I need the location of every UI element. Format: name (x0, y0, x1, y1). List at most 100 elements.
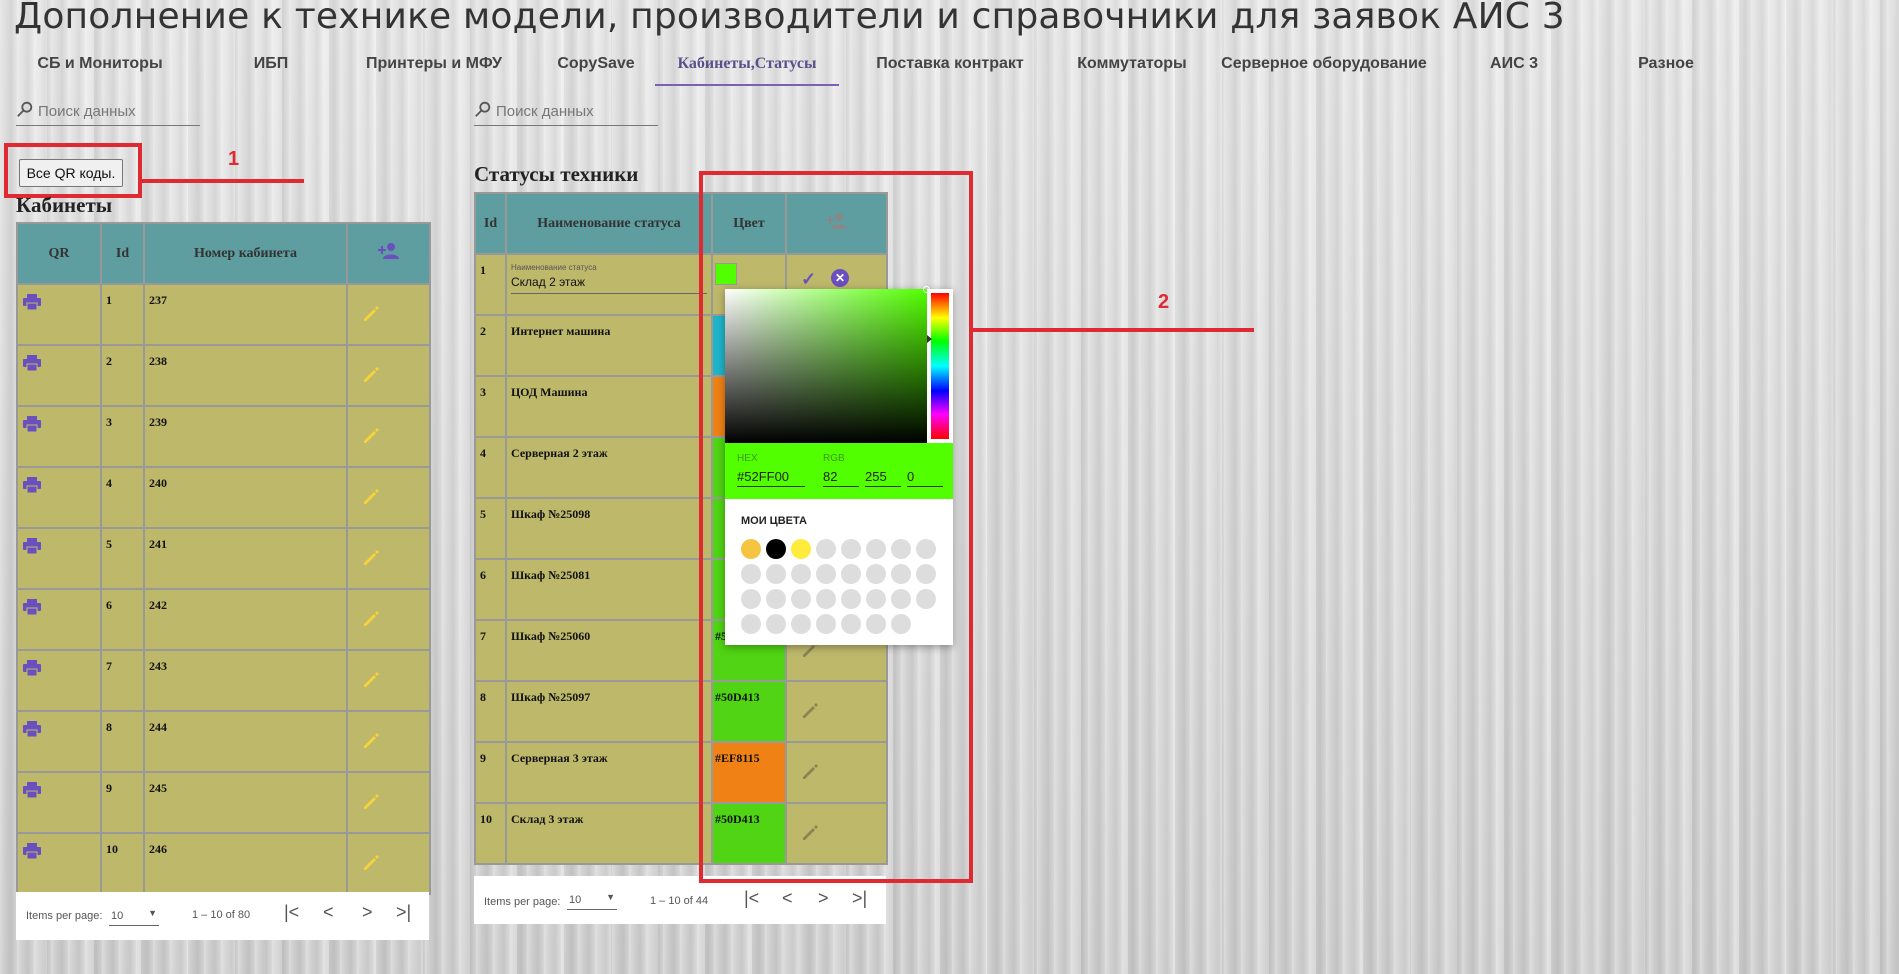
table-cell-id: 10 (474, 802, 507, 865)
edit-button[interactable] (346, 588, 431, 651)
table-cell-id: 3 (100, 405, 145, 468)
statuses-paginator: Items per page: 10 ▼ 1 – 10 of 44 |< < >… (474, 876, 886, 924)
table-cell-id: 2 (474, 314, 507, 377)
previous-page-button[interactable]: < (323, 902, 334, 923)
table-cell-id: 8 (474, 680, 507, 743)
table-cell-id: 9 (100, 771, 145, 834)
tab-contract-supply[interactable]: Поставка контракт (852, 50, 1048, 86)
pencil-icon (364, 367, 379, 382)
print-qr-button[interactable] (16, 649, 102, 712)
tab-sb-monitors[interactable]: СБ и Мониторы (14, 50, 186, 86)
tab-copysave[interactable]: CopySave (534, 50, 658, 86)
first-page-button[interactable]: |< (284, 902, 299, 923)
table-cell-status-name: Интернет машина (505, 314, 713, 377)
annotation-number-2: 2 (1158, 291, 1170, 313)
edit-button[interactable] (346, 344, 431, 407)
edit-button[interactable] (346, 527, 431, 590)
page-size-value: 10 (111, 910, 124, 922)
pencil-icon (364, 489, 379, 504)
edit-button[interactable] (346, 466, 431, 529)
print-qr-button[interactable] (16, 771, 102, 834)
page-size-select[interactable]: 10 ▼ (567, 890, 617, 910)
tab-misc[interactable]: Разное (1604, 50, 1728, 86)
last-page-button[interactable]: >| (396, 902, 411, 923)
tab-switches[interactable]: Коммутаторы (1052, 50, 1212, 86)
edit-button[interactable] (346, 771, 431, 834)
printer-icon (23, 660, 41, 677)
table-cell-status-name: Шкаф №25081 (505, 558, 713, 621)
edit-button[interactable] (346, 283, 431, 346)
pencil-icon (364, 428, 379, 443)
items-per-page-label: Items per page: (26, 910, 103, 922)
edit-button[interactable] (346, 710, 431, 773)
table-cell-id: 5 (474, 497, 507, 560)
table-cell-number: 238 (143, 344, 348, 407)
pencil-icon (364, 550, 379, 565)
table-cell-id: 2 (100, 344, 145, 407)
column-header-cabinet-number: Номер кабинета (143, 222, 348, 285)
next-page-button[interactable]: > (362, 902, 373, 923)
table-cell-status-name: Серверная 3 этаж (505, 741, 713, 804)
table-cell-status-name: Шкаф №25097 (505, 680, 713, 743)
tab-ibp[interactable]: ИБП (226, 50, 316, 86)
previous-page-button[interactable]: < (782, 888, 793, 909)
last-page-button[interactable]: >| (852, 888, 867, 909)
table-cell-id: 9 (474, 741, 507, 804)
print-qr-button[interactable] (16, 344, 102, 407)
print-qr-button[interactable] (16, 283, 102, 346)
table-cell-id: 10 (100, 832, 145, 895)
pencil-icon (364, 672, 379, 687)
column-header-id: Id (100, 222, 145, 285)
printer-icon (23, 355, 41, 372)
table-cell-id: 7 (474, 619, 507, 682)
table-cell-status-name: Шкаф №25098 (505, 497, 713, 560)
add-cabinet-button[interactable] (346, 222, 431, 285)
printer-icon (23, 294, 41, 311)
print-qr-button[interactable] (16, 588, 102, 651)
tab-printers[interactable]: Принтеры и МФУ (344, 50, 524, 86)
field-label: Наименование статуса (511, 263, 597, 272)
status-name-input[interactable]: Склад 2 этаж (511, 272, 707, 294)
page-size-select[interactable]: 10 ▼ (109, 906, 159, 926)
search-input-statuses[interactable]: Поиск данных (474, 98, 658, 126)
statuses-title: Статусы техники (474, 162, 639, 186)
table-cell-number: 243 (143, 649, 348, 712)
print-qr-button[interactable] (16, 405, 102, 468)
print-qr-button[interactable] (16, 466, 102, 529)
edit-button[interactable] (346, 405, 431, 468)
edit-button[interactable] (346, 649, 431, 712)
pencil-icon (364, 733, 379, 748)
first-page-button[interactable]: |< (744, 888, 759, 909)
table-cell-number: 239 (143, 405, 348, 468)
printer-icon (23, 538, 41, 555)
search-icon (475, 101, 491, 117)
tab-cabinets-statuses[interactable]: Кабинеты,Статусы (655, 50, 839, 86)
table-cell-number: 246 (143, 832, 348, 895)
column-header-qr: QR (16, 222, 102, 285)
pencil-icon (364, 611, 379, 626)
table-cell-number: 245 (143, 771, 348, 834)
annotation-box-1 (4, 143, 142, 198)
print-qr-button[interactable] (16, 527, 102, 590)
tab-ais3[interactable]: АИС 3 (1454, 50, 1574, 86)
search-input-cabinets[interactable]: Поиск данных (16, 98, 200, 126)
table-cell-id: 7 (100, 649, 145, 712)
pencil-icon (364, 306, 379, 321)
print-qr-button[interactable] (16, 710, 102, 773)
printer-icon (23, 416, 41, 433)
next-page-button[interactable]: > (818, 888, 829, 909)
annotation-box-2 (699, 171, 973, 883)
table-cell-number: 244 (143, 710, 348, 773)
print-qr-button[interactable] (16, 832, 102, 895)
status-name-edit-field[interactable]: Наименование статуса Склад 2 этаж (505, 253, 713, 316)
tab-server-equipment[interactable]: Серверное оборудование (1204, 50, 1444, 86)
chevron-down-icon: ▼ (606, 892, 615, 902)
table-cell-status-name: Серверная 2 этаж (505, 436, 713, 499)
search-placeholder: Поиск данных (38, 103, 136, 120)
annotation-number-1: 1 (228, 148, 240, 170)
pencil-icon (364, 855, 379, 870)
edit-button[interactable] (346, 832, 431, 895)
column-header-id: Id (474, 192, 507, 255)
annotation-line-2 (970, 328, 1254, 332)
table-cell-number: 242 (143, 588, 348, 651)
